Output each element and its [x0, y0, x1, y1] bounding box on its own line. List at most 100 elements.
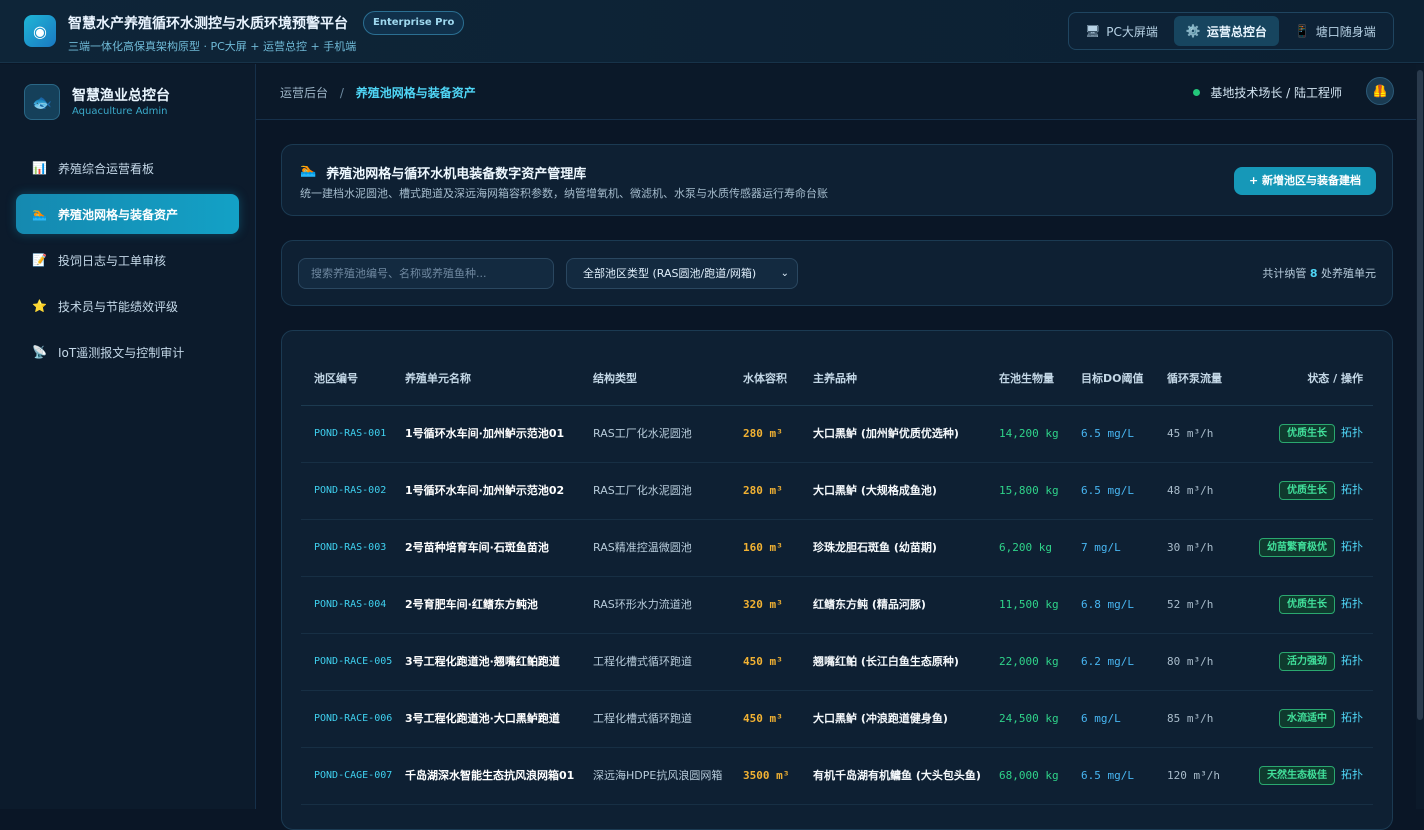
topology-link[interactable]: 拓扑 [1341, 596, 1363, 612]
sidebar-item-feeding-log[interactable]: 📝 投饲日志与工单审核 [16, 240, 239, 280]
topology-link[interactable]: 拓扑 [1341, 767, 1363, 783]
select-value: 全部池区类型 (RAS圆池/跑道/网箱) [583, 267, 757, 280]
sidebar-item-label: 养殖池网格与装备资产 [58, 207, 179, 222]
table-row[interactable]: POND-RAS-002 1号循环水车间·加州鲈示范池02 RAS工厂化水泥圆池… [301, 462, 1373, 520]
status-action-cell: 优质生长 拓扑 [1257, 405, 1373, 463]
structure-type: RAS精准控温微圆池 [593, 519, 743, 577]
table-row[interactable]: POND-RACE-006 3号工程化跑道池·大口黑鲈跑道 工程化槽式循环跑道 … [301, 690, 1373, 748]
sidebar-nav: 📊 养殖综合运营看板 🏊 养殖池网格与装备资产 📝 投饲日志与工单审核 ⭐ 技术… [16, 148, 239, 378]
status-action-cell: 活力强劲 拓扑 [1257, 633, 1373, 691]
unit-count: 共计纳管 8 处养殖单元 [1262, 265, 1376, 281]
pond-id: POND-RAS-003 [301, 519, 405, 577]
main-species: 有机千岛湖有机鳙鱼 (大头包头鱼) [813, 747, 999, 805]
unit-name: 千岛湖深水智能生态抗风浪网箱01 [405, 747, 593, 805]
sidebar-item-label: IoT遥测报文与控制审计 [58, 345, 185, 360]
switch-label: 塘口随身端 [1315, 24, 1376, 39]
switch-label: PC大屏端 [1106, 24, 1158, 39]
sidebar-item-performance[interactable]: ⭐ 技术员与节能绩效评级 [16, 286, 239, 326]
chart-icon: 📊 [32, 161, 47, 175]
header-biomass: 在池生物量 [999, 353, 1081, 406]
topology-link[interactable]: 拓扑 [1341, 710, 1363, 726]
status-badge: 优质生长 [1279, 424, 1335, 443]
structure-type: RAS工厂化水泥圆池 [593, 405, 743, 463]
do-threshold: 6 mg/L [1081, 690, 1167, 748]
online-status-dot [1193, 89, 1201, 96]
water-volume: 160 m³ [743, 519, 813, 577]
add-pond-button[interactable]: + 新增池区与装备建档 [1233, 167, 1376, 195]
pump-flow: 30 m³/h [1167, 519, 1257, 577]
pond-id: POND-RAS-001 [301, 405, 405, 463]
status-action-cell: 水流适中 拓扑 [1257, 690, 1373, 748]
count-suffix: 处养殖单元 [1321, 267, 1376, 280]
status-action-cell: 优质生长 拓扑 [1257, 462, 1373, 520]
topology-link[interactable]: 拓扑 [1341, 425, 1363, 441]
user-name: 基地技术场长 / 陆工程师 [1210, 86, 1342, 100]
table-row[interactable]: POND-CAGE-007 千岛湖深水智能生态抗风浪网箱01 深远海HDPE抗风… [301, 747, 1373, 805]
header-pond-id: 池区编号 [301, 353, 405, 406]
water-volume: 280 m³ [743, 462, 813, 520]
monitor-icon: 🖥 [1085, 24, 1101, 38]
header-volume: 水体容积 [743, 353, 813, 406]
status-badge: 活力强劲 [1279, 652, 1335, 671]
header-do: 目标DO阈值 [1081, 353, 1167, 406]
star-icon: ⭐ [32, 299, 47, 313]
breadcrumb-root[interactable]: 运营后台 [280, 86, 328, 100]
sidebar-item-dashboard[interactable]: 📊 养殖综合运营看板 [16, 148, 239, 188]
table-row[interactable]: POND-RACE-005 3号工程化跑道池·翘嘴红鲌跑道 工程化槽式循环跑道 … [301, 633, 1373, 691]
biomass: 11,500 kg [999, 576, 1081, 634]
breadcrumb-bar: 运营后台 / 养殖池网格与装备资产 基地技术场长 / 陆工程师 🦺 [256, 64, 1424, 120]
switch-mobile[interactable]: 📱 塘口随身端 [1283, 16, 1388, 46]
unit-name: 3号工程化跑道池·翘嘴红鲌跑道 [405, 633, 593, 691]
pump-flow: 48 m³/h [1167, 462, 1257, 520]
structure-type: 工程化槽式循环跑道 [593, 690, 743, 748]
unit-name: 1号循环水车间·加州鲈示范池01 [405, 405, 593, 463]
pump-flow: 52 m³/h [1167, 576, 1257, 634]
app-subtitle: 三端一体化高保真架构原型 · PC大屏 + 运营总控 + 手机端 [68, 40, 357, 53]
search-input[interactable]: 搜索养殖池编号、名称或养殖鱼种... [298, 258, 554, 289]
switch-pc-screen[interactable]: 🖥 PC大屏端 [1073, 16, 1170, 46]
breadcrumb: 运营后台 / 养殖池网格与装备资产 [280, 84, 476, 101]
table-row[interactable]: POND-RAS-003 2号苗种培育车间·石斑鱼苗池 RAS精准控温微圆池 1… [301, 519, 1373, 577]
topology-link[interactable]: 拓扑 [1341, 653, 1363, 669]
sidebar-item-iot-audit[interactable]: 📡 IoT遥测报文与控制审计 [16, 332, 239, 372]
unit-name: 2号苗种培育车间·石斑鱼苗池 [405, 519, 593, 577]
topology-link[interactable]: 拓扑 [1341, 482, 1363, 498]
sidebar-title: 智慧渔业总控台 [72, 88, 170, 104]
avatar[interactable]: 🦺 [1366, 77, 1394, 105]
pond-id: POND-RACE-006 [301, 690, 405, 748]
pool-icon: 🏊 [32, 207, 47, 221]
water-volume: 320 m³ [743, 576, 813, 634]
scrollbar-thumb[interactable] [1417, 70, 1423, 720]
sidebar-item-pond-assets[interactable]: 🏊 养殖池网格与装备资产 [16, 194, 239, 234]
topology-link[interactable]: 拓扑 [1341, 539, 1363, 555]
table-row[interactable]: POND-RAS-004 2号育肥车间·红鳍东方鲀池 RAS环形水力流道池 32… [301, 576, 1373, 634]
status-action-cell: 优质生长 拓扑 [1257, 576, 1373, 634]
sidebar-item-label: 技术员与节能绩效评级 [58, 299, 179, 314]
pond-table-card: 池区编号 养殖单元名称 结构类型 水体容积 主养品种 在池生物量 目标DO阈值 … [281, 330, 1393, 830]
pump-flow: 120 m³/h [1167, 747, 1257, 805]
do-threshold: 6.2 mg/L [1081, 633, 1167, 691]
do-threshold: 6.8 mg/L [1081, 576, 1167, 634]
pump-flow: 80 m³/h [1167, 633, 1257, 691]
main-species: 红鳍东方鲀 (精品河豚) [813, 576, 999, 634]
main-species: 大口黑鲈 (冲浪跑道健身鱼) [813, 690, 999, 748]
status-badge: 水流适中 [1279, 709, 1335, 728]
memo-icon: 📝 [32, 253, 47, 267]
structure-type: RAS环形水力流道池 [593, 576, 743, 634]
pond-type-select[interactable]: 全部池区类型 (RAS圆池/跑道/网箱) ⌄ [566, 258, 798, 289]
do-threshold: 7 mg/L [1081, 519, 1167, 577]
pond-id: POND-RACE-005 [301, 633, 405, 691]
phone-icon: 📱 [1294, 24, 1310, 38]
header-status-action: 状态 / 操作 [1257, 353, 1373, 406]
sidebar: 🐟 智慧渔业总控台 Aquaculture Admin 📊 养殖综合运营看板 🏊… [0, 64, 256, 809]
sidebar-item-label: 养殖综合运营看板 [58, 161, 155, 176]
table-row[interactable]: POND-RAS-001 1号循环水车间·加州鲈示范池01 RAS工厂化水泥圆池… [301, 405, 1373, 463]
header-flow: 循环泵流量 [1167, 353, 1257, 406]
biomass: 15,800 kg [999, 462, 1081, 520]
switch-ops-console[interactable]: ⚙️ 运营总控台 [1173, 16, 1279, 46]
page-header-card: 🏊 养殖池网格与循环水机电装备数字资产管理库 统一建档水泥圆池、槽式跑道及深远海… [281, 144, 1393, 216]
biomass: 24,500 kg [999, 690, 1081, 748]
page-title-text: 养殖池网格与循环水机电装备数字资产管理库 [326, 167, 587, 182]
breadcrumb-separator: / [339, 86, 344, 100]
status-badge: 优质生长 [1279, 595, 1335, 614]
